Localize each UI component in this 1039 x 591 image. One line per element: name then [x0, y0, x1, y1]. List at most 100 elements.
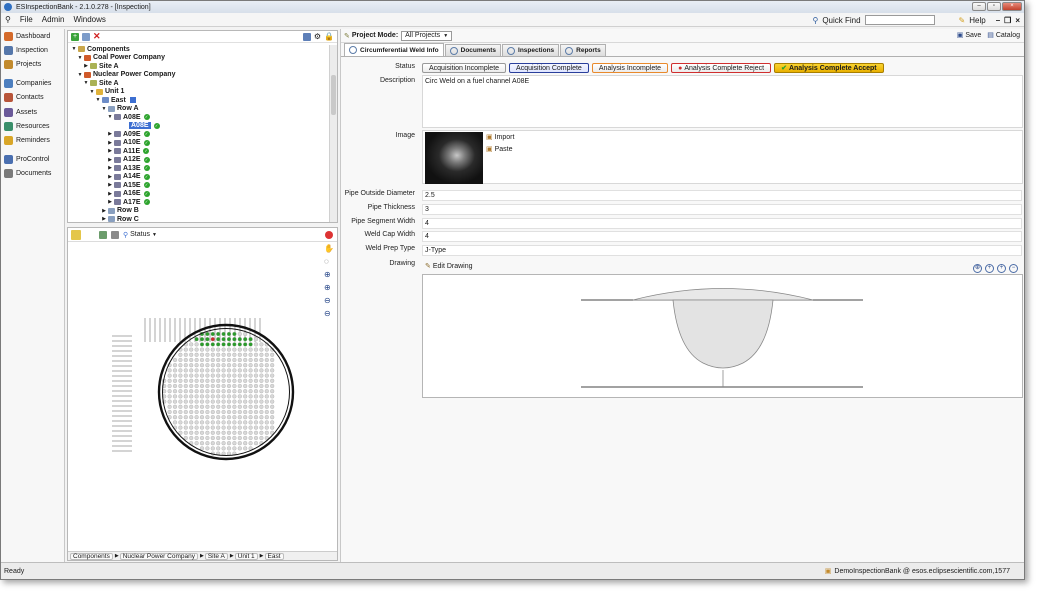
drawing-zoom-out-icon[interactable]: +: [997, 264, 1006, 273]
breadcrumb-company[interactable]: Nuclear Power Company: [119, 552, 198, 560]
copy-icon[interactable]: [82, 32, 90, 41]
description-input[interactable]: Circ Weld on a fuel channel A08E: [422, 75, 1023, 128]
tree-node[interactable]: ▼ East: [68, 96, 330, 105]
tree-node[interactable]: ▼ A08E ✓: [68, 113, 330, 122]
tree-expander-icon[interactable]: ▶: [83, 63, 89, 69]
close-button[interactable]: ×: [1002, 2, 1022, 11]
menu-file[interactable]: File: [20, 15, 33, 24]
tree-expander-icon[interactable]: ▼: [89, 89, 95, 95]
tree-node[interactable]: ▶ A14E ✓: [68, 173, 330, 182]
menu-windows[interactable]: Windows: [73, 15, 105, 24]
tree-expander-icon[interactable]: ▶: [107, 165, 113, 171]
nav-companies[interactable]: Companies: [1, 76, 64, 90]
tree-expander-icon[interactable]: ▶: [107, 157, 113, 163]
pan-icon[interactable]: ✋: [324, 244, 334, 253]
breadcrumb-east[interactable]: East: [264, 552, 284, 560]
field-value-input[interactable]: J-Type: [422, 245, 1022, 257]
settings-icon[interactable]: ⚙: [314, 32, 321, 41]
delete-icon[interactable]: ✕: [93, 31, 101, 42]
print-icon[interactable]: [111, 230, 119, 239]
breadcrumb-site[interactable]: Site A: [204, 552, 228, 560]
nav-resources[interactable]: Resources: [1, 119, 64, 133]
drawing-zoom-in-icon[interactable]: +: [985, 264, 994, 273]
tree-node[interactable]: ▶ A11E ✓: [68, 147, 330, 156]
tree-node[interactable]: ▶ A16E ✓: [68, 190, 330, 199]
mdi-minimize-button[interactable]: –: [996, 16, 1000, 25]
tree-node[interactable]: ▶ A09E ✓: [68, 130, 330, 139]
add-icon[interactable]: +: [71, 32, 79, 41]
nav-dashboard[interactable]: Dashboard: [1, 29, 64, 43]
tree-expander-icon[interactable]: ▼: [95, 97, 101, 103]
import-button[interactable]: ▣ Import: [486, 133, 514, 141]
help-menu[interactable]: Help: [969, 16, 985, 25]
field-value-input[interactable]: 2.5: [422, 190, 1022, 201]
drawing-zoom-reset-icon[interactable]: −: [1009, 264, 1018, 273]
nav-procontrol[interactable]: ProControl: [1, 152, 64, 166]
nav-reminders[interactable]: Reminders: [1, 134, 64, 148]
tab-circumferential-weld-info[interactable]: Circumferential Weld Info: [344, 43, 444, 56]
tree-expander-icon[interactable]: ▼: [77, 72, 83, 78]
tree-expander-icon[interactable]: ▶: [107, 131, 113, 137]
tree-expander-icon[interactable]: ▼: [107, 114, 113, 120]
quick-find-input[interactable]: [864, 15, 935, 25]
tree-node[interactable]: ▶ A13E ✓: [68, 164, 330, 173]
weld-drawing-canvas[interactable]: [422, 274, 1023, 398]
check-filter-icon[interactable]: [302, 32, 311, 41]
nav-documents[interactable]: Documents: [1, 167, 64, 181]
mdi-restore-button[interactable]: ❐: [1004, 16, 1011, 25]
tree-scrollbar[interactable]: [329, 45, 337, 222]
paste-button[interactable]: ▣ Paste: [486, 145, 512, 153]
maximize-button[interactable]: ▫: [987, 2, 1001, 11]
tree-node[interactable]: ▼ Unit 1: [68, 88, 330, 97]
tab-inspections[interactable]: Inspections: [502, 44, 560, 56]
channel-grid-map[interactable]: [108, 316, 338, 486]
tab-documents[interactable]: Documents: [444, 44, 502, 56]
tree-node[interactable]: ▶ A17E ✓: [68, 198, 330, 207]
tree-node[interactable]: A08E ✓: [68, 122, 330, 131]
tree-node[interactable]: ▼ Site A: [68, 79, 330, 88]
mdi-close-button[interactable]: ×: [1015, 16, 1020, 25]
tree-expander-icon[interactable]: ▼: [101, 106, 107, 112]
tree-expander-icon[interactable]: ▶: [101, 216, 107, 222]
nav-inspection[interactable]: Inspection: [1, 43, 64, 57]
status-acquisition-complete-button[interactable]: Acquisition Complete: [509, 63, 589, 73]
lock-icon[interactable]: 🔒: [324, 32, 334, 41]
tree-node[interactable]: ▶ A10E ✓: [68, 139, 330, 148]
tab-reports[interactable]: Reports: [560, 44, 606, 56]
status-acquisition-incomplete-button[interactable]: Acquisition Incomplete: [422, 63, 507, 73]
tree-expander-icon[interactable]: ▶: [107, 199, 113, 205]
status-analysis-incomplete-button[interactable]: Analysis Incomplete: [591, 63, 669, 73]
tree-expander-icon[interactable]: ▶: [107, 182, 113, 188]
drawing-zoom-fit-icon[interactable]: ⊕: [973, 264, 982, 273]
tree-node[interactable]: ▼ Coal Power Company: [68, 54, 330, 63]
field-value-input[interactable]: 4: [422, 217, 1022, 229]
tree-node[interactable]: ▶ A12E ✓: [68, 156, 330, 165]
catalog-button[interactable]: ▤ Catalog: [987, 31, 1020, 39]
tree-expander-icon[interactable]: ▶: [107, 191, 113, 197]
menu-admin[interactable]: Admin: [42, 15, 65, 24]
map-tool-icon[interactable]: [71, 229, 81, 240]
field-value-input[interactable]: 4: [422, 231, 1022, 243]
tree-node[interactable]: ▼ Components: [68, 45, 330, 54]
field-value-input[interactable]: 3: [422, 203, 1022, 215]
tree-expander-icon[interactable]: ▶: [107, 140, 113, 146]
status-dropdown[interactable]: ⚲ Status ▼: [123, 231, 157, 239]
nav-projects[interactable]: Projects: [1, 58, 64, 72]
status-analysis-accept-button[interactable]: ✔ Analysis Complete Accept: [774, 63, 884, 73]
people-icon[interactable]: [99, 230, 107, 239]
tree-expander-icon[interactable]: ▼: [71, 46, 77, 52]
nav-assets[interactable]: Assets: [1, 105, 64, 119]
edit-drawing-button[interactable]: ✎ Edit Drawing: [425, 262, 473, 270]
tree-expander-icon[interactable]: ▼: [77, 55, 83, 61]
stop-icon[interactable]: [325, 230, 333, 239]
breadcrumb-components[interactable]: Components: [70, 552, 113, 560]
tree-node[interactable]: ▶ Site A: [68, 62, 330, 71]
weld-image-thumbnail[interactable]: [425, 132, 483, 184]
tree-expander-icon[interactable]: ▼: [83, 80, 89, 86]
tree-node[interactable]: ▶ Row B: [68, 207, 330, 216]
tree-expander-icon[interactable]: ▶: [107, 148, 113, 154]
status-analysis-reject-button[interactable]: ● Analysis Complete Reject: [671, 63, 772, 73]
zoom-out-icon[interactable]: ⊖: [324, 296, 334, 305]
tree-node[interactable]: ▶ A15E ✓: [68, 181, 330, 190]
save-button[interactable]: ▣ Save: [957, 31, 982, 39]
